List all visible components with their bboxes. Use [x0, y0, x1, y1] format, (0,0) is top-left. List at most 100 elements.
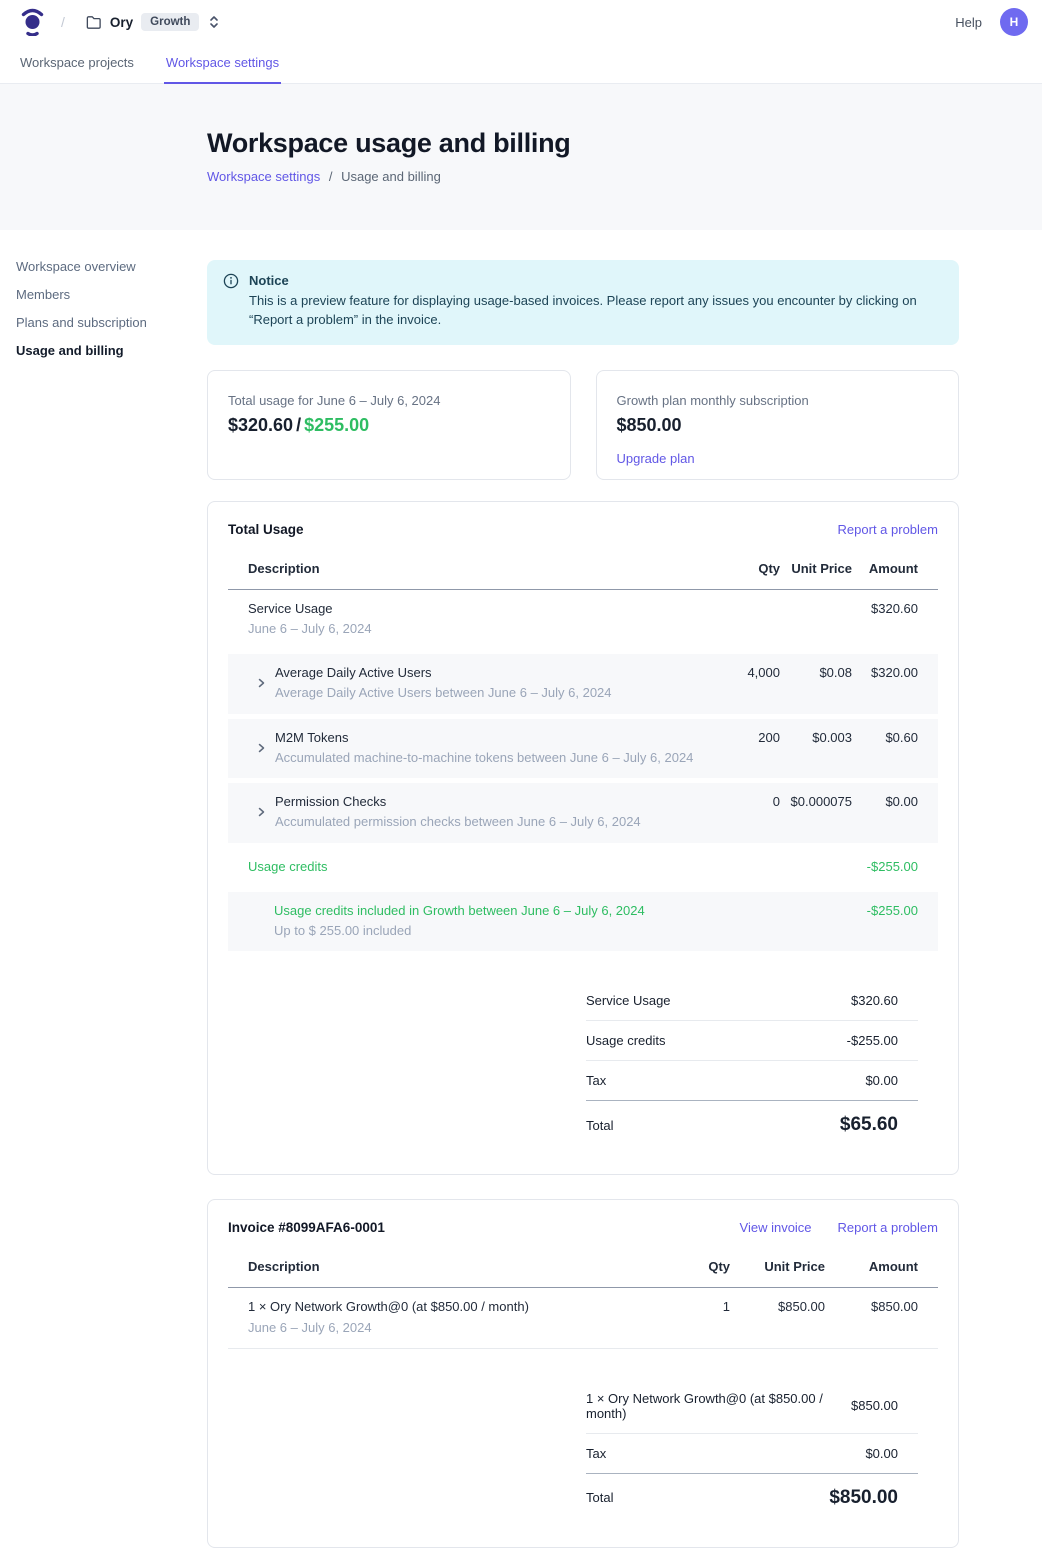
row-qty: 4,000	[720, 665, 780, 680]
tab-workspace-projects[interactable]: Workspace projects	[18, 44, 136, 84]
notice-banner: Notice This is a preview feature for dis…	[207, 260, 959, 345]
breadcrumb-slash: /	[61, 14, 65, 30]
view-invoice-link[interactable]: View invoice	[740, 1220, 812, 1235]
usage-card-label: Total usage for June 6 – July 6, 2024	[228, 393, 550, 408]
tab-workspace-settings[interactable]: Workspace settings	[164, 44, 281, 84]
col-header-amount: Amount	[825, 1259, 918, 1274]
row-qty: 0	[720, 794, 780, 809]
totals-label: Service Usage	[586, 993, 671, 1008]
report-problem-link-usage[interactable]: Report a problem	[838, 522, 938, 537]
usage-table-title: Total Usage	[228, 522, 304, 537]
table-row-permission-checks[interactable]: Permission Checks Accumulated permission…	[228, 783, 938, 843]
row-period: June 6 – July 6, 2024	[248, 1320, 670, 1336]
invoice-totals: 1 × Ory Network Growth@0 (at $850.00 / m…	[586, 1379, 918, 1521]
invoice-title: Invoice #8099AFA6-0001	[228, 1220, 385, 1235]
breadcrumb-settings-link[interactable]: Workspace settings	[207, 169, 320, 184]
row-name: Average Daily Active Users	[275, 665, 720, 681]
usage-totals: Service Usage $320.60 Usage credits -$25…	[586, 981, 918, 1148]
breadcrumb-separator: /	[329, 169, 333, 184]
total-usage-card: Total Usage Report a problem Description…	[207, 501, 959, 1176]
totals-grand-value: $850.00	[829, 1487, 898, 1509]
row-description: Up to $ 255.00 included	[274, 923, 720, 939]
totals-label: Usage credits	[586, 1033, 665, 1048]
table-row-m2m-tokens[interactable]: M2M Tokens Accumulated machine-to-machin…	[228, 719, 938, 779]
sidebar-item-members[interactable]: Members	[16, 288, 207, 303]
usage-card-value: $320.60/$255.00	[228, 415, 550, 436]
workspace-name: Ory	[110, 15, 133, 30]
totals-row-tax: Tax $0.00	[586, 1434, 918, 1474]
invoice-table: Description Qty Unit Price Amount 1 × Or…	[228, 1253, 938, 1349]
table-row-usage-credits: Usage credits -$255.00	[228, 848, 938, 887]
row-amount: -$255.00	[852, 859, 918, 874]
row-unit-price: $850.00	[730, 1299, 825, 1314]
row-name: Permission Checks	[275, 794, 720, 810]
totals-row-total: Total $850.00	[586, 1474, 918, 1521]
chevron-right-icon[interactable]	[256, 806, 267, 818]
totals-row-subscription: 1 × Ory Network Growth@0 (at $850.00 / m…	[586, 1379, 918, 1434]
totals-value: -$255.00	[847, 1033, 898, 1048]
col-header-qty: Qty	[720, 561, 780, 576]
totals-label: Tax	[586, 1446, 606, 1461]
totals-label: 1 × Ory Network Growth@0 (at $850.00 / m…	[586, 1391, 851, 1421]
totals-label: Total	[586, 1490, 613, 1505]
totals-value: $0.00	[865, 1446, 898, 1461]
chevron-right-icon[interactable]	[256, 677, 267, 689]
chevron-right-icon[interactable]	[256, 742, 267, 754]
usage-credit-amount: $255.00	[304, 415, 369, 435]
topbar: / Ory Growth Help H	[0, 0, 1042, 44]
ory-logo-icon[interactable]	[20, 8, 45, 36]
report-problem-link-invoice[interactable]: Report a problem	[838, 1220, 938, 1235]
plan-card-amount: $850.00	[617, 415, 939, 436]
plan-summary-card: Growth plan monthly subscription $850.00…	[596, 370, 960, 480]
plan-card-label: Growth plan monthly subscription	[617, 393, 939, 408]
avatar[interactable]: H	[1000, 8, 1028, 36]
row-amount: $0.60	[852, 730, 918, 745]
help-link[interactable]: Help	[955, 15, 982, 30]
sidebar-item-usage-billing[interactable]: Usage and billing	[16, 344, 207, 359]
table-row-average-daily-active-users[interactable]: Average Daily Active Users Average Daily…	[228, 654, 938, 714]
row-name: 1 × Ory Network Growth@0 (at $850.00 / m…	[248, 1299, 670, 1315]
usage-value-separator: /	[296, 415, 301, 435]
row-description: Accumulated machine-to-machine tokens be…	[275, 750, 720, 766]
table-row-service-usage: Service Usage June 6 – July 6, 2024 $320…	[228, 590, 938, 650]
workspace-switcher[interactable]: Ory Growth	[85, 13, 222, 31]
row-amount: $850.00	[825, 1299, 918, 1314]
breadcrumb-current: Usage and billing	[341, 169, 441, 184]
totals-value: $0.00	[865, 1073, 898, 1088]
col-header-description: Description	[248, 1259, 670, 1274]
row-amount: $320.60	[852, 601, 918, 616]
totals-label: Total	[586, 1118, 613, 1133]
upgrade-plan-link[interactable]: Upgrade plan	[617, 451, 695, 466]
settings-sidebar: Workspace overview Members Plans and sub…	[0, 260, 207, 1564]
row-amount: $320.00	[852, 665, 918, 680]
col-header-unit-price: Unit Price	[730, 1259, 825, 1274]
breadcrumb: Workspace settings / Usage and billing	[207, 169, 1042, 184]
row-description: Average Daily Active Users between June …	[275, 685, 720, 701]
totals-label: Tax	[586, 1073, 606, 1088]
row-amount: $0.00	[852, 794, 918, 809]
totals-row-total: Total $65.60	[586, 1101, 918, 1148]
row-qty: 200	[720, 730, 780, 745]
notice-text: This is a preview feature for displaying…	[249, 292, 943, 330]
usage-table-header: Description Qty Unit Price Amount	[228, 555, 938, 590]
row-name: Usage credits	[248, 859, 720, 875]
row-name: M2M Tokens	[275, 730, 720, 746]
row-description: Accumulated permission checks between Ju…	[275, 814, 720, 830]
sidebar-item-plans-subscription[interactable]: Plans and subscription	[16, 316, 207, 331]
info-icon	[223, 273, 239, 330]
page: / Ory Growth Help H	[0, 0, 1042, 1564]
row-unit-price: $0.08	[780, 665, 852, 680]
totals-row-service-usage: Service Usage $320.60	[586, 981, 918, 1021]
col-header-qty: Qty	[670, 1259, 730, 1274]
invoice-card: Invoice #8099AFA6-0001 View invoice Repo…	[207, 1199, 959, 1548]
row-unit-price: $0.003	[780, 730, 852, 745]
totals-value: $320.60	[851, 993, 898, 1008]
usage-used-amount: $320.60	[228, 415, 293, 435]
sidebar-item-workspace-overview[interactable]: Workspace overview	[16, 260, 207, 275]
invoice-table-header: Description Qty Unit Price Amount	[228, 1253, 938, 1288]
hero: Workspace usage and billing Workspace se…	[0, 84, 1042, 230]
tabbar: Workspace projects Workspace settings	[0, 44, 1042, 84]
folder-icon	[85, 14, 102, 31]
selector-chevrons-icon[interactable]	[207, 14, 221, 30]
main-content: Notice This is a preview feature for dis…	[207, 260, 959, 1564]
